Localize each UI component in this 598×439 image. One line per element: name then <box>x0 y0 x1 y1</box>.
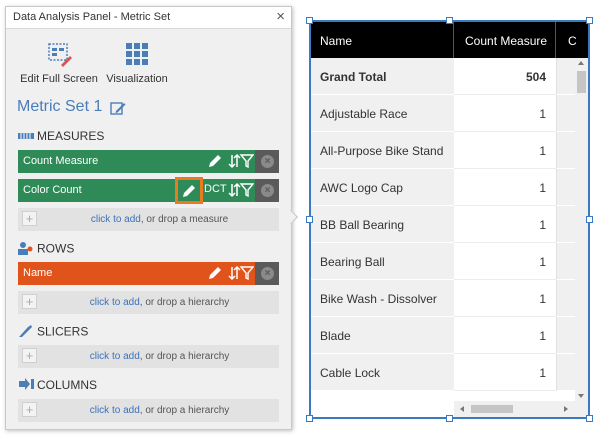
metric-set-title: Metric Set 1 <box>17 98 103 115</box>
grid-header: Name Count Measure C <box>311 22 588 58</box>
resize-handle[interactable] <box>306 415 313 422</box>
rows-drop-zone[interactable]: + click to add, or drop a hierarchy <box>18 291 279 314</box>
vertical-scrollbar[interactable] <box>575 58 588 401</box>
sort-filter-icon[interactable] <box>228 153 255 172</box>
row-name-cell: Cable Lock <box>311 354 454 391</box>
slicers-section-label: SLICERS <box>18 324 88 341</box>
row-name-cell: AWC Logo Cap <box>311 169 454 206</box>
visualization-button[interactable]: Visualization <box>106 41 168 85</box>
row-value-cell: 1 <box>454 243 556 280</box>
close-circle-icon: × <box>261 155 274 168</box>
resize-handle[interactable] <box>306 216 313 223</box>
row-value-cell: 1 <box>454 354 556 391</box>
table-row[interactable]: Bike Wash - Dissolver 1 <box>311 280 575 317</box>
row-name-cell: Adjustable Race <box>311 95 454 132</box>
horizontal-scroll-thumb[interactable] <box>471 405 513 413</box>
close-icon[interactable]: × <box>276 8 285 26</box>
columns-drop-zone[interactable]: + click to add, or drop a hierarchy <box>18 399 279 422</box>
table-row[interactable]: Blade 1 <box>311 317 575 354</box>
measures-icon <box>18 130 34 144</box>
measures-section-label: MEASURES <box>18 129 104 144</box>
panel-header: Data Analysis Panel - Metric Set × <box>6 7 291 29</box>
vertical-scroll-thumb[interactable] <box>577 71 586 93</box>
slicers-knife-icon <box>18 324 34 341</box>
scroll-left-icon[interactable] <box>460 406 464 412</box>
resize-handle[interactable] <box>446 415 453 422</box>
edit-pencil-icon[interactable] <box>207 265 223 284</box>
measure-color-count[interactable]: Color Count DCT × <box>18 177 279 204</box>
row-name-cell: All-Purpose Bike Stand <box>311 132 454 169</box>
resize-handle[interactable] <box>306 17 313 24</box>
columns-section-label: COLUMNS <box>18 378 97 393</box>
remove-measure-button[interactable]: × <box>255 179 279 202</box>
close-circle-icon: × <box>261 267 274 280</box>
rows-section-label: ROWS <box>18 241 74 258</box>
row-name-cell: Bike Wash - Dissolver <box>311 280 454 317</box>
edit-pencil-icon-highlighted[interactable] <box>175 177 203 204</box>
click-to-add-link[interactable]: click to add <box>90 297 140 308</box>
table-row[interactable]: Bearing Ball 1 <box>311 243 575 280</box>
panel-title: Data Analysis Panel - Metric Set <box>13 11 171 23</box>
measure-count-measure[interactable]: Count Measure × <box>18 150 279 173</box>
close-circle-icon: × <box>261 184 274 197</box>
row-value-cell: 1 <box>454 280 556 317</box>
sort-filter-icon[interactable] <box>228 182 255 201</box>
data-grid[interactable]: Name Count Measure C Grand Total 504 Adj… <box>309 20 590 419</box>
measure-dct-label: DCT <box>204 183 227 195</box>
measure-name: Count Measure <box>23 155 99 167</box>
table-row[interactable]: BB Ball Bearing 1 <box>311 206 575 243</box>
column-header-count-measure[interactable]: Count Measure <box>455 22 556 58</box>
scroll-down-icon[interactable] <box>578 394 584 398</box>
resize-handle[interactable] <box>446 17 453 24</box>
horizontal-scrollbar[interactable] <box>454 401 588 417</box>
plus-icon[interactable]: + <box>22 402 37 417</box>
row-name-cell: Blade <box>311 317 454 354</box>
measure-name: Color Count <box>23 184 82 196</box>
row-value-cell: 1 <box>454 317 556 354</box>
row-value-cell: 1 <box>454 95 556 132</box>
plus-icon[interactable]: + <box>22 211 37 226</box>
rename-pencil-icon[interactable] <box>110 100 126 121</box>
column-header-partial[interactable]: C <box>557 22 588 58</box>
grand-total-label: Grand Total <box>311 58 454 95</box>
resize-handle[interactable] <box>586 17 593 24</box>
row-value-cell: 1 <box>454 132 556 169</box>
column-header-name[interactable]: Name <box>311 22 454 58</box>
columns-icon <box>18 378 34 393</box>
resize-handle[interactable] <box>586 415 593 422</box>
click-to-add-link[interactable]: click to add <box>90 405 140 416</box>
edit-full-screen-label: Edit Full Screen <box>20 73 98 85</box>
row-name[interactable]: Name × <box>18 262 279 285</box>
click-to-add-link[interactable]: click to add <box>91 214 141 225</box>
edit-full-screen-icon <box>46 41 72 67</box>
edit-pencil-icon[interactable] <box>207 153 223 172</box>
data-analysis-panel: Data Analysis Panel - Metric Set × Edit … <box>5 6 292 430</box>
click-to-add-link[interactable]: click to add <box>90 351 140 362</box>
table-row[interactable]: Cable Lock 1 <box>311 354 575 391</box>
scroll-right-icon[interactable] <box>564 406 568 412</box>
remove-measure-button[interactable]: × <box>255 150 279 173</box>
measure-drop-zone[interactable]: + click to add, or drop a measure <box>18 208 279 231</box>
table-row[interactable]: Adjustable Race 1 <box>311 95 575 132</box>
row-name-cell: Bearing Ball <box>311 243 454 280</box>
grand-total-value: 504 <box>454 58 556 95</box>
row-field-name: Name <box>23 267 53 279</box>
table-row[interactable]: All-Purpose Bike Stand 1 <box>311 132 575 169</box>
sort-filter-icon[interactable] <box>228 265 255 284</box>
scroll-up-icon[interactable] <box>578 61 584 65</box>
rows-hierarchy-icon <box>18 241 34 258</box>
table-row[interactable]: AWC Logo Cap 1 <box>311 169 575 206</box>
resize-handle[interactable] <box>586 216 593 223</box>
row-name-cell: BB Ball Bearing <box>311 206 454 243</box>
remove-row-button[interactable]: × <box>255 262 279 285</box>
plus-icon[interactable]: + <box>22 348 37 363</box>
slicers-drop-zone[interactable]: + click to add, or drop a hierarchy <box>18 345 279 368</box>
visualization-label: Visualization <box>106 73 168 85</box>
row-value-cell: 1 <box>454 206 556 243</box>
plus-icon[interactable]: + <box>22 294 37 309</box>
edit-full-screen-button[interactable]: Edit Full Screen <box>20 41 98 85</box>
visualization-grid-icon <box>124 41 150 67</box>
row-value-cell: 1 <box>454 169 556 206</box>
grand-total-row: Grand Total 504 <box>311 58 575 95</box>
